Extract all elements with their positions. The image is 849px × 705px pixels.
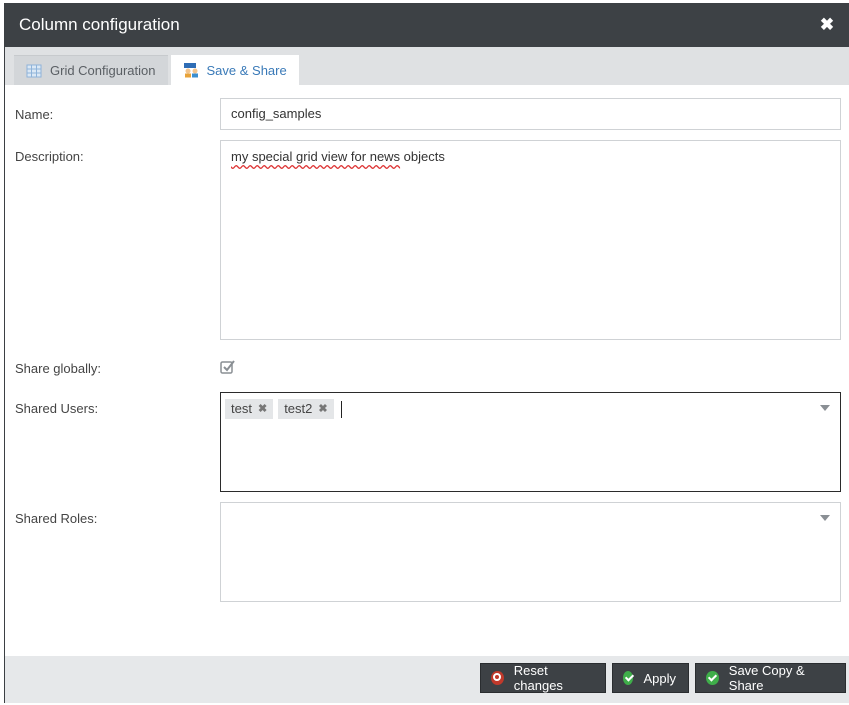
tab-grid-configuration-label: Grid Configuration xyxy=(50,63,156,78)
shared-users-tagfield[interactable]: test ✖ test2 ✖ xyxy=(220,392,841,492)
apply-label: Apply xyxy=(643,670,676,686)
user-tag-label: test2 xyxy=(284,401,313,416)
reset-changes-button[interactable]: Reset changes xyxy=(480,663,606,693)
remove-tag-icon[interactable]: ✖ xyxy=(258,399,267,419)
user-tag: test ✖ xyxy=(225,399,274,419)
name-label: Name: xyxy=(15,107,54,122)
tab-save-and-share[interactable]: Save & Share xyxy=(170,55,299,85)
shared-roles-label: Shared Roles: xyxy=(15,511,98,526)
grid-icon xyxy=(26,63,42,79)
text-cursor xyxy=(340,400,342,418)
shared-roles-tagfield[interactable] xyxy=(220,502,841,602)
description-label: Description: xyxy=(15,149,84,164)
chevron-down-icon[interactable] xyxy=(820,405,830,411)
tab-save-and-share-label: Save & Share xyxy=(206,62,287,78)
share-users-icon xyxy=(183,62,199,78)
chevron-down-icon[interactable] xyxy=(820,515,830,521)
name-input[interactable]: config_samples xyxy=(220,98,841,130)
dialog-titlebar: Column configuration ✖ xyxy=(5,3,849,47)
shared-users-label: Shared Users: xyxy=(15,401,99,416)
reset-icon xyxy=(491,671,504,685)
close-icon[interactable]: ✖ xyxy=(817,15,837,35)
tab-bar: Grid Configuration Save & Share xyxy=(5,47,849,85)
description-textarea[interactable]: my special grid view for news objects xyxy=(220,140,841,340)
dialog-title: Column configuration xyxy=(19,15,180,34)
dialog-footer: Reset changes Apply Save Copy & Share xyxy=(5,656,849,703)
save-copy-share-label: Save Copy & Share xyxy=(728,663,805,693)
apply-button[interactable]: Apply xyxy=(612,663,689,693)
save-copy-share-button[interactable]: Save Copy & Share xyxy=(695,663,846,693)
user-tag-label: test xyxy=(231,401,252,416)
share-globally-checkbox[interactable] xyxy=(220,359,236,375)
tab-grid-configuration[interactable]: Grid Configuration xyxy=(14,55,168,85)
reset-changes-label: Reset changes xyxy=(513,663,563,693)
check-icon xyxy=(623,671,634,685)
check-icon xyxy=(706,671,719,685)
shared-users-tags: test ✖ test2 ✖ xyxy=(225,399,342,419)
description-text-rest: objects xyxy=(400,149,445,164)
description-text: my special grid view for news xyxy=(231,149,401,164)
column-configuration-dialog: Column configuration ✖ Grid Configuratio… xyxy=(4,3,849,703)
remove-tag-icon[interactable]: ✖ xyxy=(318,399,327,419)
checkbox-checked-icon xyxy=(220,360,235,374)
user-tag: test2 ✖ xyxy=(278,399,334,419)
share-globally-label: Share globally: xyxy=(15,361,101,376)
